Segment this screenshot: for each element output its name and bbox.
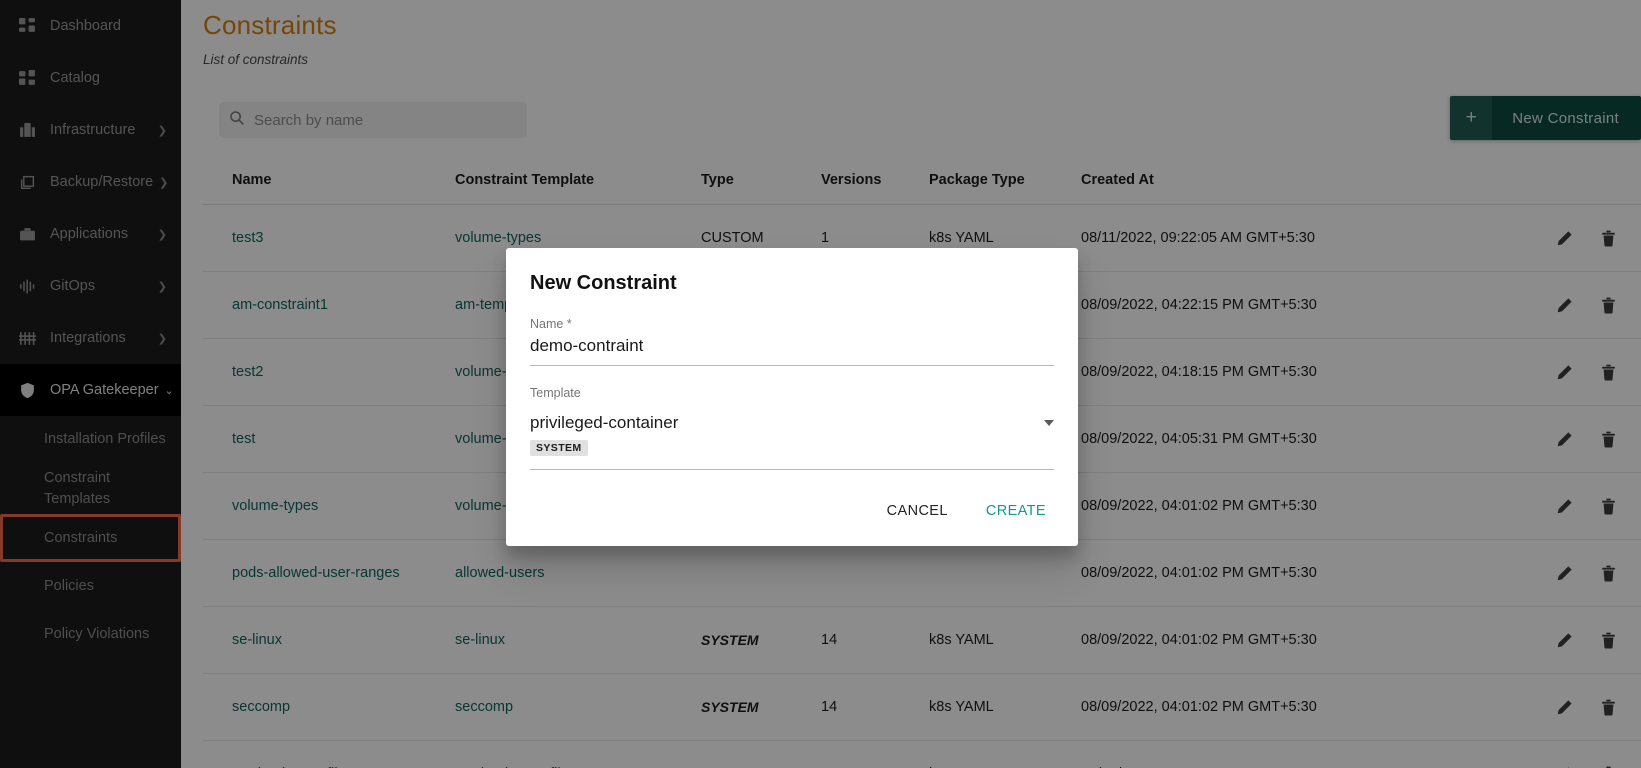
app-root: Dashboard Catalog Infrastructure ❯ Backu… — [0, 0, 1641, 768]
new-constraint-dialog: New Constraint Name * demo-contraint Tem… — [506, 248, 1078, 546]
template-field[interactable]: Template privileged-container SYSTEM — [530, 386, 1054, 470]
name-field[interactable]: Name * demo-contraint — [530, 317, 1054, 366]
name-field-value[interactable]: demo-contraint — [530, 336, 1054, 366]
dialog-actions: CANCEL CREATE — [506, 476, 1078, 546]
cancel-button[interactable]: CANCEL — [873, 494, 962, 528]
template-field-label: Template — [530, 386, 581, 400]
dialog-body: Name * demo-contraint Template privilege… — [506, 295, 1078, 470]
template-system-badge: SYSTEM — [530, 440, 588, 456]
chevron-down-icon[interactable] — [1044, 420, 1054, 426]
template-select[interactable]: privileged-container SYSTEM — [530, 405, 1054, 470]
create-button[interactable]: CREATE — [972, 494, 1060, 528]
name-field-label: Name * — [530, 317, 572, 331]
template-field-value: privileged-container — [530, 413, 679, 432]
dialog-title: New Constraint — [530, 272, 677, 294]
